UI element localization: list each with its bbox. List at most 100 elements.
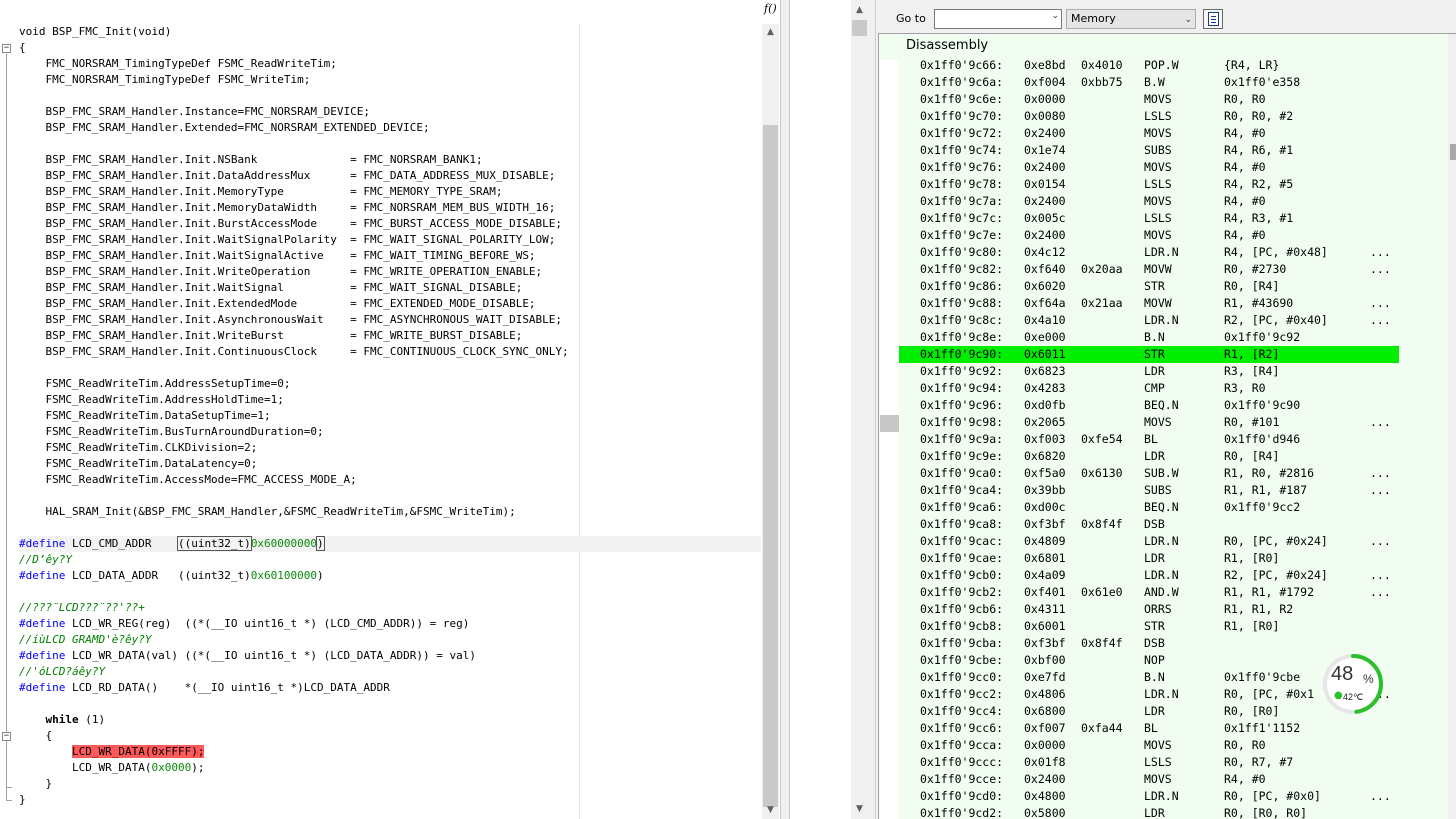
- editor-vertical-scrollbar[interactable]: ▲ ▼: [762, 24, 779, 819]
- code-line[interactable]: BSP_FMC_SRAM_Handler.Init.WriteOperation…: [19, 264, 761, 280]
- instruction-row[interactable]: 0x1ff0'9cd0: 0x4800 LDR.N R0, [PC, #0x0]...: [899, 788, 1399, 805]
- code-line[interactable]: #define LCD_WR_DATA(val) ((*(__IO uint16…: [19, 648, 761, 664]
- fold-toggle-function[interactable]: −: [2, 44, 11, 53]
- instruction-row[interactable]: 0x1ff0'9cc6: 0xf007 0xfa44 BL 0x1ff1'1152: [899, 720, 1399, 737]
- code-line[interactable]: while (1): [19, 712, 761, 728]
- scroll-up-arrow-icon[interactable]: ▲: [851, 2, 868, 18]
- source-editor[interactable]: − − void BSP_FMC_Init(void) { FMC_NORSRAM…: [0, 0, 780, 819]
- code-line[interactable]: [19, 360, 761, 376]
- instruction-row[interactable]: 0x1ff0'9ca0: 0xf5a0 0x6130 SUB.W R1, R0, #28…: [899, 465, 1399, 482]
- code-line[interactable]: [19, 584, 761, 600]
- goto-address-input[interactable]: ⌄: [934, 9, 1062, 29]
- code-line[interactable]: FSMC_ReadWriteTim.AccessMode=FMC_ACCESS_…: [19, 472, 761, 488]
- code-line[interactable]: FSMC_ReadWriteTim.DataSetupTime=1;: [19, 408, 761, 424]
- instruction-row[interactable]: 0x1ff0'9c8e: 0xe000 B.N 0x1ff0'9c92: [899, 329, 1399, 346]
- code-line[interactable]: BSP_FMC_SRAM_Handler.Init.WriteBurst = F…: [19, 328, 761, 344]
- code-line[interactable]: }: [19, 792, 761, 808]
- side-pane-scroll-thumb[interactable]: [852, 20, 867, 36]
- function-list-button[interactable]: f(): [764, 2, 780, 20]
- instruction-row[interactable]: 0x1ff0'9cb0: 0x4a09 LDR.N R2, [PC, #0x24]..…: [899, 567, 1399, 584]
- code-line[interactable]: BSP_FMC_SRAM_Handler.Init.DataAddressMux…: [19, 168, 761, 184]
- code-line[interactable]: BSP_FMC_SRAM_Handler.Instance=FMC_NORSRA…: [19, 104, 761, 120]
- code-line[interactable]: #define LCD_RD_DATA() *(__IO uint16_t *)…: [19, 680, 761, 696]
- instruction-row[interactable]: 0x1ff0'9cb6: 0x4311 ORRS R1, R1, R2: [899, 601, 1399, 618]
- code-line[interactable]: [19, 520, 761, 536]
- code-line[interactable]: BSP_FMC_SRAM_Handler.Init.ContinuousCloc…: [19, 344, 761, 360]
- code-line[interactable]: FSMC_ReadWriteTim.CLKDivision=2;: [19, 440, 761, 456]
- instruction-row[interactable]: 0x1ff0'9c7e: 0x2400 MOVS R4, #0: [899, 227, 1399, 244]
- instruction-row[interactable]: 0x1ff0'9c8c: 0x4a10 LDR.N R2, [PC, #0x40]..…: [899, 312, 1399, 329]
- instruction-row[interactable]: 0x1ff0'9cba: 0xf3bf 0x8f4f DSB: [899, 635, 1399, 652]
- code-line[interactable]: BSP_FMC_SRAM_Handler.Init.MemoryDataWidt…: [19, 200, 761, 216]
- scroll-up-arrow-icon[interactable]: ▲: [762, 24, 779, 41]
- instruction-row[interactable]: 0x1ff0'9cce: 0x2400 MOVS R4, #0: [899, 771, 1399, 788]
- code-line[interactable]: [19, 88, 761, 104]
- code-line[interactable]: BSP_FMC_SRAM_Handler.Init.WaitSignal = F…: [19, 280, 761, 296]
- pane-splitter[interactable]: [780, 0, 790, 819]
- instruction-row[interactable]: 0x1ff0'9ccc: 0x01f8 LSLS R0, R7, #7: [899, 754, 1399, 771]
- code-line[interactable]: //D’êy?Y: [19, 552, 761, 568]
- code-area[interactable]: void BSP_FMC_Init(void) { FMC_NORSRAM_Tim…: [19, 24, 761, 819]
- scroll-down-arrow-icon[interactable]: ▼: [851, 801, 868, 817]
- instruction-row[interactable]: 0x1ff0'9c96: 0xd0fb BEQ.N 0x1ff0'9c90: [899, 397, 1399, 414]
- cpu-usage-widget[interactable]: 48 % ● 42℃: [1322, 652, 1384, 716]
- instruction-row[interactable]: 0x1ff0'9cd2: 0x5800 LDR R0, [R0, R0]: [899, 805, 1399, 819]
- instruction-row[interactable]: 0x1ff0'9c70: 0x0080 LSLS R0, R0, #2: [899, 108, 1399, 125]
- code-line[interactable]: //'óLCD?áêy?Y: [19, 664, 761, 680]
- disassembly-scrollbar[interactable]: [1448, 34, 1456, 819]
- code-line[interactable]: {: [19, 40, 761, 56]
- code-line[interactable]: [19, 488, 761, 504]
- instruction-row[interactable]: 0x1ff0'9c7a: 0x2400 MOVS R4, #0: [899, 193, 1399, 210]
- chevron-down-icon[interactable]: ⌄: [1184, 11, 1192, 29]
- instruction-row[interactable]: 0x1ff0'9ca6: 0xd00c BEQ.N 0x1ff0'9cc2: [899, 499, 1399, 516]
- code-line[interactable]: FMC_NORSRAM_TimingTypeDef FSMC_ReadWrite…: [19, 56, 761, 72]
- scroll-down-arrow-icon[interactable]: ▼: [762, 802, 779, 819]
- instruction-row[interactable]: 0x1ff0'9cb2: 0xf401 0x61e0 AND.W R1, R1, #17…: [899, 584, 1399, 601]
- instruction-row[interactable]: 0x1ff0'9c94: 0x4283 CMP R3, R0: [899, 380, 1399, 397]
- instruction-row[interactable]: 0x1ff0'9c86: 0x6020 STR R0, [R4]: [899, 278, 1399, 295]
- instruction-row[interactable]: 0x1ff0'9c6a: 0xf004 0xbb75 B.W 0x1ff0'e358: [899, 74, 1399, 91]
- code-line[interactable]: LCD_WR_DATA(0x0000);: [19, 760, 761, 776]
- instruction-row[interactable]: 0x1ff0'9c98: 0x2065 MOVS R0, #101...: [899, 414, 1399, 431]
- instruction-row[interactable]: 0x1ff0'9c82: 0xf640 0x20aa MOVW R0, #2730...: [899, 261, 1399, 278]
- instruction-row[interactable]: 0x1ff0'9cb8: 0x6001 STR R1, [R0]: [899, 618, 1399, 635]
- code-line[interactable]: BSP_FMC_SRAM_Handler.Init.AsynchronousWa…: [19, 312, 761, 328]
- editor-scroll-thumb[interactable]: [763, 125, 778, 807]
- instruction-row[interactable]: 0x1ff0'9c88: 0xf64a 0x21aa MOVW R1, #43690..…: [899, 295, 1399, 312]
- disassembly-scroll-thumb[interactable]: [1450, 144, 1456, 160]
- instruction-row[interactable]: 0x1ff0'9c74: 0x1e74 SUBS R4, R6, #1: [899, 142, 1399, 159]
- code-line[interactable]: [19, 696, 761, 712]
- code-line[interactable]: FSMC_ReadWriteTim.DataLatency=0;: [19, 456, 761, 472]
- instruction-row[interactable]: 0x1ff0'9ca8: 0xf3bf 0x8f4f DSB: [899, 516, 1399, 533]
- code-line[interactable]: FMC_NORSRAM_TimingTypeDef FSMC_WriteTim;: [19, 72, 761, 88]
- code-line[interactable]: #define LCD_WR_REG(reg) ((*(__IO uint16_…: [19, 616, 761, 632]
- code-line[interactable]: BSP_FMC_SRAM_Handler.Init.WaitSignalActi…: [19, 248, 761, 264]
- current-instruction-row[interactable]: 0x1ff0'9c90: 0x6011 STR R1, [R2]: [899, 346, 1399, 363]
- instruction-row[interactable]: 0x1ff0'9c76: 0x2400 MOVS R4, #0: [899, 159, 1399, 176]
- code-line[interactable]: BSP_FMC_SRAM_Handler.Init.WaitSignalPola…: [19, 232, 761, 248]
- fold-toggle-while[interactable]: −: [2, 732, 11, 741]
- chevron-down-icon[interactable]: ⌄: [1051, 11, 1059, 21]
- code-line[interactable]: {: [19, 728, 761, 744]
- code-line[interactable]: FSMC_ReadWriteTim.AddressHoldTime=1;: [19, 392, 761, 408]
- instruction-row[interactable]: 0x1ff0'9ca4: 0x39bb SUBS R1, R1, #187...: [899, 482, 1399, 499]
- memory-zone-select[interactable]: Memory ⌄: [1066, 9, 1196, 29]
- code-line[interactable]: }: [19, 776, 761, 792]
- code-line[interactable]: [19, 136, 761, 152]
- code-line[interactable]: FSMC_ReadWriteTim.AddressSetupTime=0;: [19, 376, 761, 392]
- document-icon[interactable]: [1203, 9, 1223, 29]
- instruction-row[interactable]: 0x1ff0'9c92: 0x6823 LDR R3, [R4]: [899, 363, 1399, 380]
- code-line[interactable]: BSP_FMC_SRAM_Handler.Init.NSBank = FMC_N…: [19, 152, 761, 168]
- disassembly-margin[interactable]: [880, 60, 899, 819]
- instruction-row[interactable]: 0x1ff0'9c6e: 0x0000 MOVS R0, R0: [899, 91, 1399, 108]
- code-line[interactable]: LCD_WR_DATA(0xFFFF);: [19, 744, 761, 760]
- instruction-row[interactable]: 0x1ff0'9c66: 0xe8bd 0x4010 POP.W {R4, LR}: [899, 57, 1399, 74]
- code-line[interactable]: FSMC_ReadWriteTim.BusTurnAroundDuration=…: [19, 424, 761, 440]
- code-line[interactable]: BSP_FMC_SRAM_Handler.Init.ExtendedMode =…: [19, 296, 761, 312]
- instruction-row[interactable]: 0x1ff0'9c80: 0x4c12 LDR.N R4, [PC, #0x48]..…: [899, 244, 1399, 261]
- side-pane-scrollbar[interactable]: ▲ ▼: [851, 0, 868, 819]
- code-line[interactable]: //íùLCD GRAMD'è?êy?Y: [19, 632, 761, 648]
- code-line[interactable]: #define LCD_DATA_ADDR ((uint32_t)0x60100…: [19, 568, 761, 584]
- code-line[interactable]: HAL_SRAM_Init(&BSP_FMC_SRAM_Handler,&FSM…: [19, 504, 761, 520]
- instruction-row[interactable]: 0x1ff0'9c78: 0x0154 LSLS R4, R2, #5: [899, 176, 1399, 193]
